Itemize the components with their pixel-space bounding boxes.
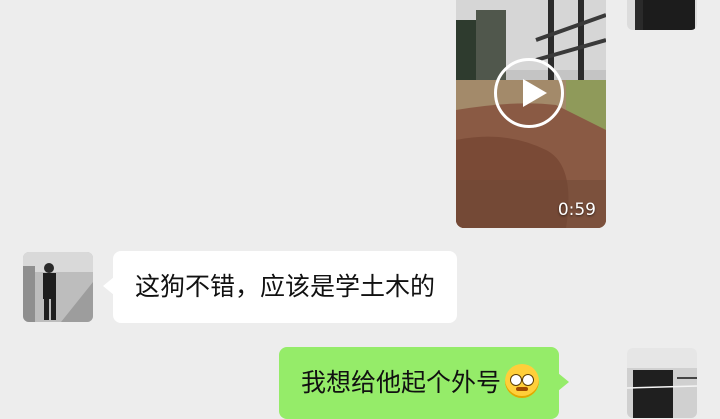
play-icon[interactable]	[494, 58, 564, 128]
grinning-face-emoji-icon	[505, 364, 540, 398]
incoming-message-text: 这狗不错，应该是学土木的	[135, 272, 436, 301]
outgoing-message-bubble[interactable]: 我想给他起个外号	[279, 347, 570, 419]
incoming-message-bubble[interactable]: 这狗不错，应该是学土木的	[102, 251, 458, 323]
contact-avatar[interactable]	[23, 252, 93, 322]
avatar-image	[627, 348, 697, 418]
self-avatar[interactable]	[627, 348, 697, 418]
avatar-image	[23, 252, 93, 322]
video-duration: 0:59	[557, 200, 596, 220]
outgoing-message-text: 我想给他起个外号	[301, 368, 502, 397]
avatar-image	[627, 0, 697, 30]
self-avatar[interactable]	[627, 0, 697, 30]
video-message[interactable]: 0:59	[456, 0, 606, 228]
